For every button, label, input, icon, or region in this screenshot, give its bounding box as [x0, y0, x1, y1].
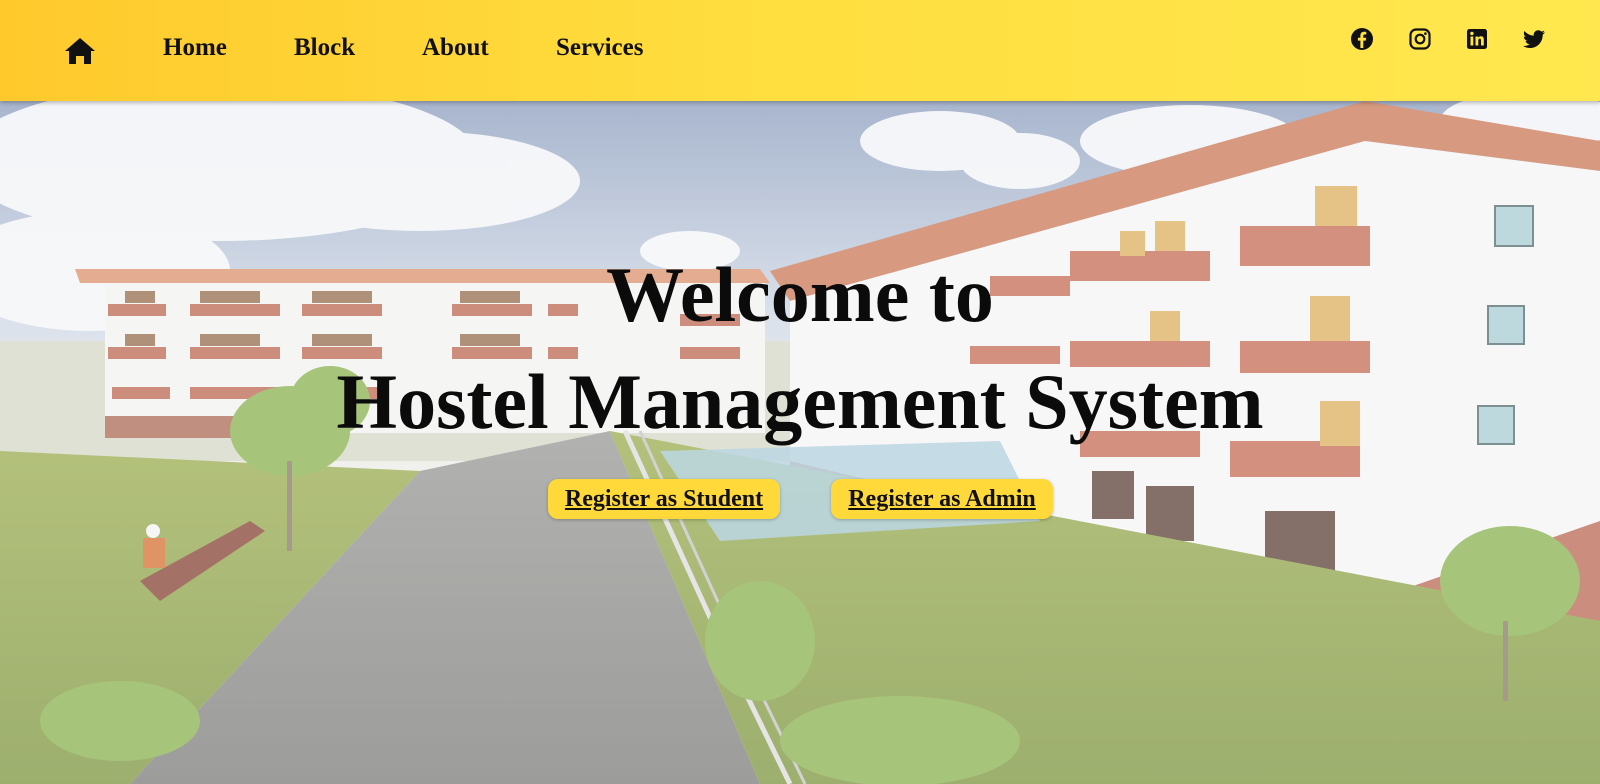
facebook-icon[interactable] — [1350, 27, 1374, 51]
linkedin-icon[interactable] — [1465, 27, 1489, 51]
nav-link-about[interactable]: About — [422, 34, 489, 62]
register-admin-button[interactable]: Register as Admin — [831, 479, 1053, 519]
register-student-button[interactable]: Register as Student — [548, 479, 780, 519]
nav-link-home[interactable]: Home — [163, 34, 227, 62]
twitter-icon[interactable] — [1522, 27, 1546, 51]
top-navbar: Home Block About Services — [0, 0, 1600, 101]
hero-title-line-1: Welcome to — [606, 251, 994, 338]
hero-section: Welcome to Hostel Management System Regi… — [0, 101, 1600, 784]
nav-link-block[interactable]: Block — [294, 34, 355, 62]
nav-link-services[interactable]: Services — [556, 34, 643, 62]
home-icon[interactable] — [64, 36, 96, 66]
hero-title-line-2: Hostel Management System — [336, 358, 1264, 445]
instagram-icon[interactable] — [1408, 27, 1432, 51]
